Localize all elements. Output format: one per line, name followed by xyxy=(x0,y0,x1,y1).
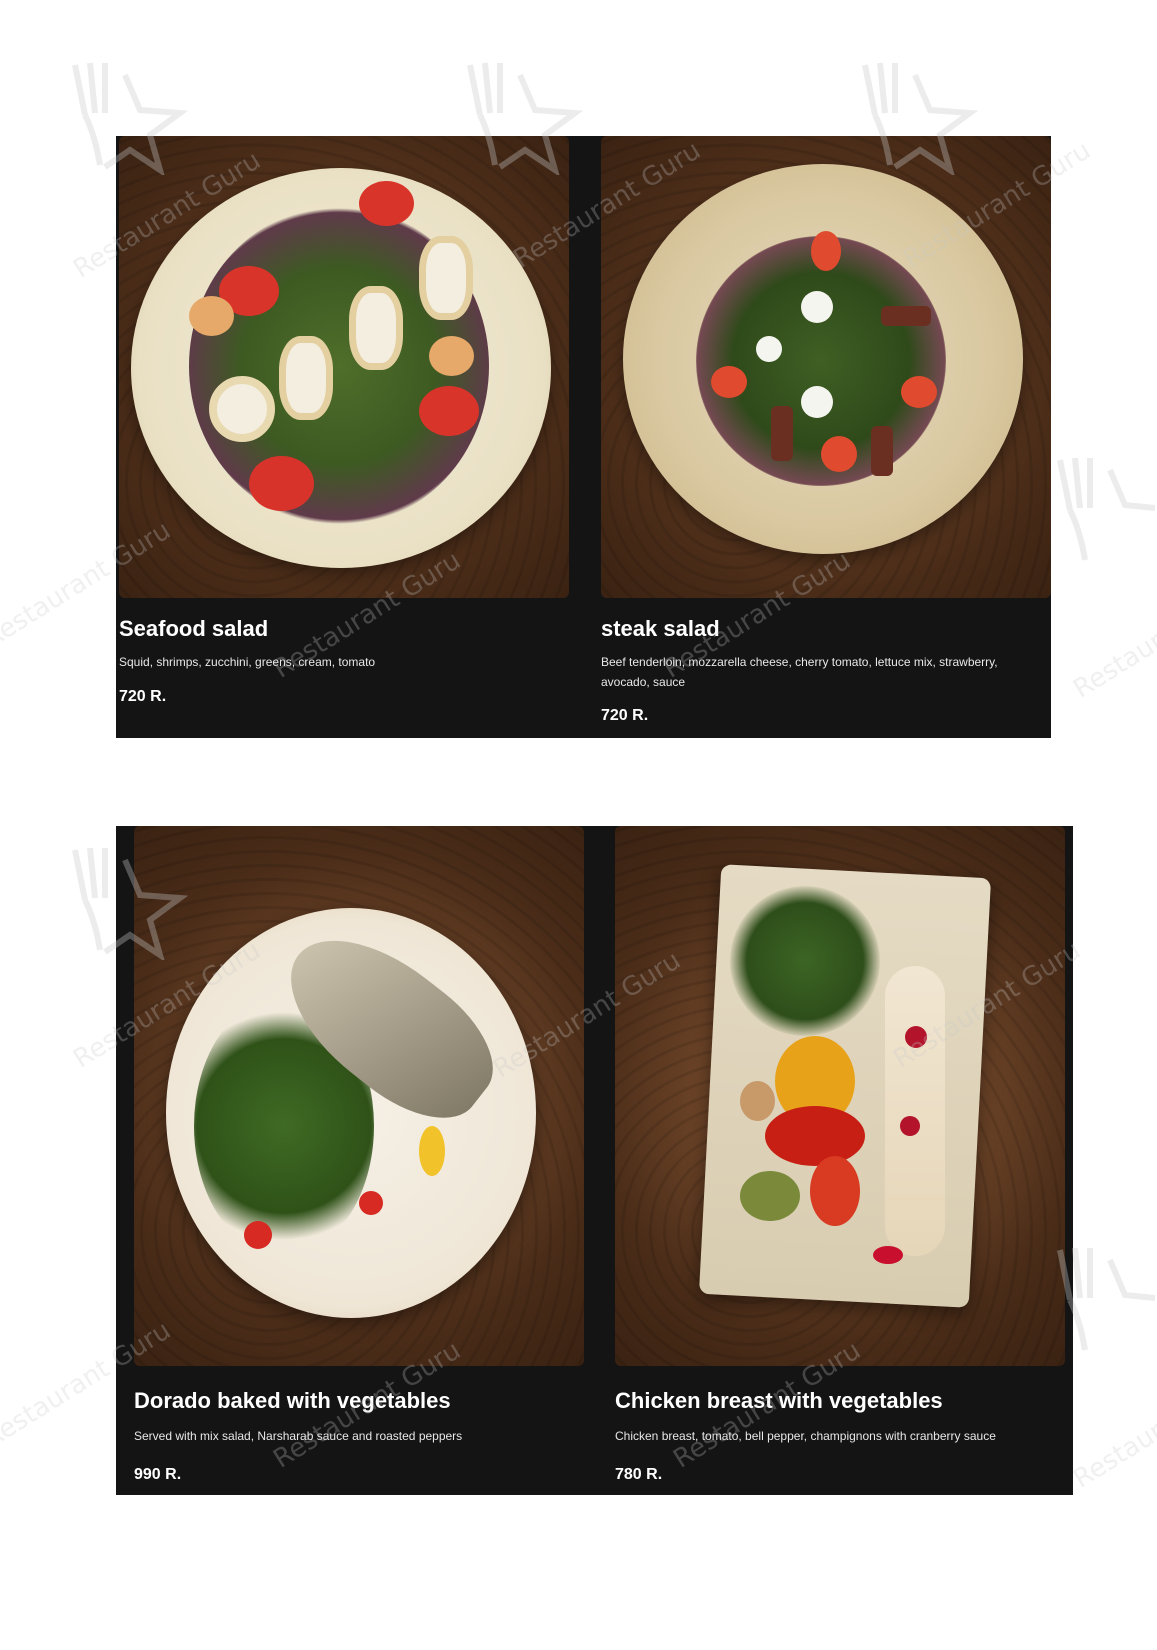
price-currency: R. xyxy=(150,688,167,705)
seafood-salad-photo xyxy=(119,136,569,598)
steak-salad-photo xyxy=(601,136,1051,598)
dorado-photo xyxy=(134,826,584,1366)
chicken-breast-photo xyxy=(615,826,1065,1366)
dish-card-chicken-breast[interactable]: Chicken breast with vegetables Chicken b… xyxy=(615,826,1065,1495)
menu-panel-bottom: Dorado baked with vegetables Served with… xyxy=(116,826,1073,1495)
watermark-text: Restaurant Guru xyxy=(1068,565,1157,705)
dish-description: Served with mix salad, Narsharab sauce a… xyxy=(134,1429,463,1443)
dish-title: Chicken breast with vegetables xyxy=(615,1388,943,1413)
price-currency: R. xyxy=(632,707,649,724)
fork-star-icon xyxy=(1057,457,1156,561)
dish-price: 990 R. xyxy=(134,1466,181,1484)
dish-card-steak-salad[interactable]: steak salad Beef tenderloin, mozzarella … xyxy=(601,136,1051,738)
watermark-text: Restaurant Guru xyxy=(1068,1355,1157,1495)
price-currency: R. xyxy=(165,1466,182,1483)
dish-card-seafood-salad[interactable]: Seafood salad Squid, shrimps, zucchini, … xyxy=(119,136,569,738)
price-value: 720 xyxy=(119,688,146,705)
dish-price: 720 R. xyxy=(601,707,648,725)
price-value: 720 xyxy=(601,707,628,724)
dish-description: Chicken breast, tomato, bell pepper, cha… xyxy=(615,1429,996,1443)
dish-card-dorado[interactable]: Dorado baked with vegetables Served with… xyxy=(134,826,584,1495)
dish-price: 780 R. xyxy=(615,1466,662,1484)
price-currency: R. xyxy=(646,1466,663,1483)
dish-description: Squid, shrimps, zucchini, greens, cream,… xyxy=(119,655,376,669)
dish-title: Dorado baked with vegetables xyxy=(134,1388,451,1413)
dish-title: Seafood salad xyxy=(119,616,269,641)
price-value: 990 xyxy=(134,1466,161,1483)
dish-title: steak salad xyxy=(601,616,720,641)
price-value: 780 xyxy=(615,1466,642,1483)
dish-description: Beef tenderloin, mozzarella cheese, cher… xyxy=(601,655,998,689)
dish-price: 720 R. xyxy=(119,688,166,706)
menu-panel-top: Seafood salad Squid, shrimps, zucchini, … xyxy=(116,136,1051,738)
